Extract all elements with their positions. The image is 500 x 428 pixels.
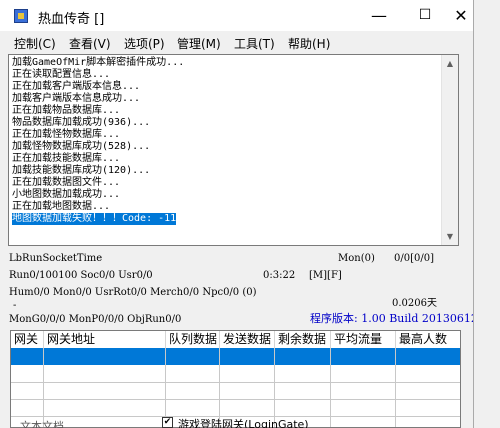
log-output[interactable]: 加载GameOfMir脚本解密插件成功... 正在读取配置信息... 正在加载客… bbox=[8, 54, 459, 246]
log-line: 正在加载客户端版本信息... bbox=[12, 81, 141, 92]
run-info: Run0/100100 Soc0/0 Usr0/0 bbox=[9, 270, 153, 281]
log-line: 正在加载技能数据库... bbox=[12, 153, 121, 164]
log-scrollbar[interactable]: ▲ ▼ bbox=[441, 55, 458, 245]
close-button[interactable]: ✕ bbox=[448, 0, 473, 31]
login-gate-label: 游戏登陆网关(LoginGate) bbox=[178, 418, 309, 428]
column-header-send-data[interactable]: 发送数据 bbox=[220, 331, 275, 348]
menu-options[interactable]: 选项(P) bbox=[124, 35, 165, 52]
minimize-button[interactable]: — bbox=[356, 0, 402, 31]
mon-go-info: MonG0/0/0 MonP0/0/0 ObjRun0/0 bbox=[9, 314, 182, 325]
column-header-gate[interactable]: 网关 bbox=[11, 331, 44, 348]
log-line: 加载怪物数据库成功(528)... bbox=[12, 141, 151, 152]
log-line: 正在读取配置信息... bbox=[12, 69, 111, 80]
background-desktop-text: 文本文档 bbox=[20, 420, 64, 428]
days-value: 0.0206天 bbox=[392, 298, 437, 309]
window-title: 热血传奇 [] bbox=[38, 12, 105, 27]
dash-text: - bbox=[13, 300, 17, 311]
app-icon bbox=[14, 9, 28, 23]
menu-help[interactable]: 帮助(H) bbox=[288, 35, 330, 52]
menu-control[interactable]: 控制(C) bbox=[14, 35, 56, 52]
column-header-max-users[interactable]: 最高人数 bbox=[396, 331, 460, 348]
log-line: 物品数据库加载成功(936)... bbox=[12, 117, 151, 128]
mon-label: Mon(0) bbox=[338, 253, 375, 264]
log-line: 正在加载怪物数据库... bbox=[12, 129, 121, 140]
login-gate-checkbox[interactable]: ✔ bbox=[162, 417, 173, 428]
grid-line bbox=[11, 382, 460, 383]
log-line: 加载技能数据库成功(120)... bbox=[12, 165, 151, 176]
mode-flags: [M][F] bbox=[309, 270, 342, 281]
table-row-selected[interactable] bbox=[11, 348, 460, 365]
log-line: 正在加载地图数据... bbox=[12, 201, 111, 212]
log-line: 加载客户端版本信息成功... bbox=[12, 93, 141, 104]
background-window bbox=[474, 0, 500, 428]
menu-bar: 控制(C) 查看(V) 选项(P) 管理(M) 工具(T) 帮助(H) bbox=[0, 31, 473, 53]
log-line-selected: 地图数据加载失败！！！Code: -11 bbox=[12, 213, 177, 225]
run-time: 0:3:22 bbox=[263, 270, 296, 281]
column-header-avg-traffic[interactable]: 平均流量 bbox=[331, 331, 396, 348]
menu-tools[interactable]: 工具(T) bbox=[234, 35, 275, 52]
maximize-button[interactable]: ☐ bbox=[402, 0, 448, 31]
log-line: 正在加载数据图文件... bbox=[12, 177, 121, 188]
column-header-queue-data[interactable]: 队列数据 bbox=[166, 331, 220, 348]
main-window: 热血传奇 [] — ☐ ✕ 控制(C) 查看(V) 选项(P) 管理(M) 工具… bbox=[0, 0, 474, 428]
menu-view[interactable]: 查看(V) bbox=[69, 35, 111, 52]
hum-info: Hum0/0 Mon0/0 UsrRot0/0 Merch0/0 Npc0/0 … bbox=[9, 287, 257, 298]
menu-manage[interactable]: 管理(M) bbox=[177, 35, 221, 52]
column-header-gate-address[interactable]: 网关地址 bbox=[44, 331, 166, 348]
scroll-up-arrow-icon[interactable]: ▲ bbox=[442, 55, 458, 72]
grid-line bbox=[11, 399, 460, 400]
scroll-down-arrow-icon[interactable]: ▼ bbox=[442, 228, 458, 245]
column-header-remaining-data[interactable]: 剩余数据 bbox=[275, 331, 331, 348]
socket-time-label: LbRunSocketTime bbox=[9, 253, 103, 264]
mon-counts: 0/0[0/0] bbox=[394, 253, 434, 264]
log-line: 小地图数据加载成功... bbox=[12, 189, 121, 200]
log-line: 正在加载物品数据库... bbox=[12, 105, 121, 116]
program-version: 程序版本: 1.00 Build 20130612 bbox=[310, 312, 474, 325]
title-bar[interactable]: 热血传奇 [] — ☐ ✕ bbox=[0, 0, 473, 31]
gate-table[interactable]: 网关 网关地址 队列数据 发送数据 剩余数据 平均流量 最高人数 bbox=[10, 330, 461, 428]
log-line: 加载GameOfMir脚本解密插件成功... bbox=[12, 57, 185, 68]
